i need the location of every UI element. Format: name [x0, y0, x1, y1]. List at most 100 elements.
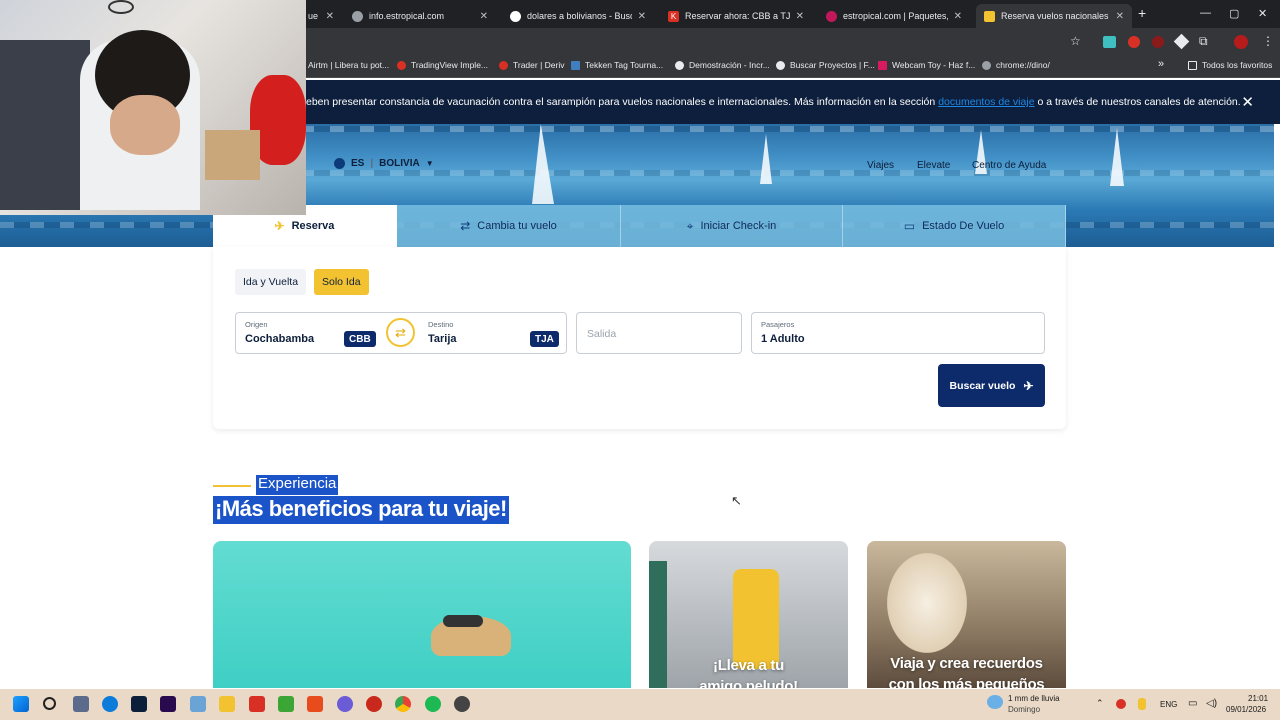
- edge-icon[interactable]: [102, 696, 118, 712]
- weather-icon: [987, 695, 1003, 709]
- folder-icon: [1188, 60, 1197, 70]
- flight-status-icon: ▭: [903, 219, 916, 233]
- section-accent-line: [213, 485, 251, 487]
- sailboat: [760, 134, 772, 184]
- premiere-icon[interactable]: [160, 696, 176, 712]
- bookmark-icon: [878, 60, 887, 70]
- close-tab-icon[interactable]: ✕: [326, 11, 334, 22]
- sunglasses-image: [443, 615, 483, 627]
- bookmark-icon: [776, 60, 785, 70]
- bookmarks-overflow-button[interactable]: »: [1158, 58, 1164, 70]
- minecraft-icon[interactable]: [278, 696, 294, 712]
- profile-avatar[interactable]: [1234, 35, 1248, 49]
- brave-icon[interactable]: [307, 696, 323, 712]
- language-selector[interactable]: ES | BOLIVIA ▼: [334, 158, 434, 169]
- extension-icon[interactable]: [1173, 33, 1190, 50]
- obs-icon[interactable]: [454, 696, 470, 712]
- maximize-icon[interactable]: ▢: [1229, 7, 1239, 20]
- trip-type-round[interactable]: Ida y Vuelta: [235, 269, 307, 295]
- bookmark-icon: [675, 60, 684, 70]
- tab-check-in[interactable]: ⌖ Iniciar Check-in: [621, 205, 843, 247]
- passengers-field[interactable]: Pasajeros 1 Adulto: [751, 312, 1045, 354]
- close-window-icon[interactable]: ✕: [1258, 7, 1267, 20]
- benefit-card[interactable]: [213, 541, 631, 688]
- browser-tab-active[interactable]: Reserva vuelos nacionales e inte ✕: [976, 4, 1132, 28]
- windows-start-icon[interactable]: [13, 696, 29, 712]
- app-icon[interactable]: [190, 696, 206, 712]
- close-icon[interactable]: ✕: [1241, 93, 1254, 111]
- close-tab-icon[interactable]: ✕: [796, 11, 804, 22]
- bed-image: [0, 40, 90, 210]
- origin-code-badge: CBB: [344, 331, 376, 347]
- webcam-overlay: [0, 0, 306, 215]
- chevron-up-icon[interactable]: ⌃: [1096, 698, 1104, 709]
- tab-flight-status[interactable]: ▭ Estado De Vuelo: [843, 205, 1066, 247]
- photoshop-icon[interactable]: [131, 696, 147, 712]
- menu-dots-icon[interactable]: ⋮: [1262, 34, 1274, 48]
- microphone-icon[interactable]: [1138, 698, 1146, 710]
- heart-icon: [826, 10, 837, 22]
- nav-viajes[interactable]: Viajes: [867, 160, 894, 171]
- new-tab-button[interactable]: +: [1138, 5, 1146, 21]
- benefit-card-pets[interactable]: ¡Lleva a tu amigo peludo!: [649, 541, 848, 688]
- browser-tab[interactable]: K Reservar ahora: CBB a TJA, 10/1 ✕: [660, 4, 812, 28]
- browser-tab[interactable]: info.estropical.com ✕: [344, 4, 496, 28]
- globe-icon: [334, 158, 345, 169]
- nav-help-center[interactable]: Centro de Ayuda: [972, 160, 1046, 171]
- google-icon: [510, 10, 521, 22]
- display-icon[interactable]: ▭: [1188, 698, 1197, 709]
- bookmark-item[interactable]: TradingView Imple...: [397, 60, 488, 70]
- extension-icon[interactable]: [1128, 36, 1140, 48]
- close-tab-icon[interactable]: ✕: [480, 11, 488, 22]
- file-explorer-icon[interactable]: [219, 696, 235, 712]
- app-icon[interactable]: [366, 696, 382, 712]
- sailboat: [1110, 128, 1124, 186]
- mouse-cursor: ↖: [731, 493, 742, 508]
- tab-change-flight[interactable]: ⇄ Cambia tu vuelo: [397, 205, 621, 247]
- close-tab-icon[interactable]: ✕: [638, 11, 646, 22]
- browser-tab[interactable]: ue ✕: [300, 4, 342, 28]
- bookmark-icon: [397, 60, 406, 70]
- deriv-icon[interactable]: [249, 696, 265, 712]
- sailboat: [532, 124, 554, 204]
- extension-icon[interactable]: [1103, 36, 1116, 48]
- discord-icon[interactable]: [337, 696, 353, 712]
- swap-icon[interactable]: ⇄: [386, 318, 415, 347]
- bookmark-item[interactable]: chrome://dino/: [982, 60, 1050, 70]
- bookmark-item[interactable]: Buscar Proyectos | F...: [776, 60, 875, 70]
- browser-tab[interactable]: estropical.com | Paquetes, Vue ✕: [818, 4, 970, 28]
- extension-icon[interactable]: [1152, 36, 1164, 48]
- section-title: ¡Más beneficios para tu viaje!: [213, 496, 509, 524]
- close-tab-icon[interactable]: ✕: [1116, 11, 1124, 22]
- search-flight-button[interactable]: Buscar vuelo ✈: [938, 364, 1045, 407]
- close-tab-icon[interactable]: ✕: [954, 11, 962, 22]
- task-view-icon[interactable]: [73, 696, 89, 712]
- trip-type-oneway[interactable]: Solo Ida: [314, 269, 369, 295]
- travel-documents-link[interactable]: documentos de viaje: [938, 96, 1034, 108]
- chrome-icon[interactable]: [395, 696, 411, 712]
- bookmark-icon: [499, 60, 508, 70]
- departure-placeholder: Salida: [587, 328, 617, 340]
- origin-value: Cochabamba: [245, 333, 315, 345]
- puzzle-icon[interactable]: ⧉: [1199, 34, 1208, 49]
- all-bookmarks-button[interactable]: Todos los favoritos: [1188, 60, 1272, 70]
- bookmark-item[interactable]: Demostración - Incr...: [675, 60, 770, 70]
- minimize-icon[interactable]: —: [1200, 7, 1211, 19]
- speaker-icon[interactable]: ◁): [1206, 698, 1217, 709]
- departure-date-field[interactable]: Salida: [576, 312, 742, 354]
- browser-tab[interactable]: dolares a bolivianos - Buscar co ✕: [502, 4, 654, 28]
- destination-code-badge: TJA: [530, 331, 559, 347]
- spotify-icon[interactable]: [425, 696, 441, 712]
- tray-app-icon[interactable]: [1116, 699, 1126, 709]
- star-icon[interactable]: ☆: [1070, 34, 1081, 48]
- face-image: [110, 95, 180, 155]
- benefit-card-kids[interactable]: Viaja y crea recuerdos con los más peque…: [867, 541, 1066, 688]
- search-icon[interactable]: [43, 697, 56, 710]
- destination-value: Tarija: [428, 333, 457, 345]
- bookmark-item[interactable]: Tekken Tag Tourna...: [571, 60, 663, 70]
- bookmark-item[interactable]: Airtm | Libera tu pot...: [308, 60, 389, 70]
- bookmark-item[interactable]: Webcam Toy - Haz f...: [878, 60, 975, 70]
- box-image: [205, 130, 260, 180]
- bookmark-item[interactable]: Trader | Deriv: [499, 60, 565, 70]
- nav-elevate[interactable]: Elevate: [917, 160, 950, 171]
